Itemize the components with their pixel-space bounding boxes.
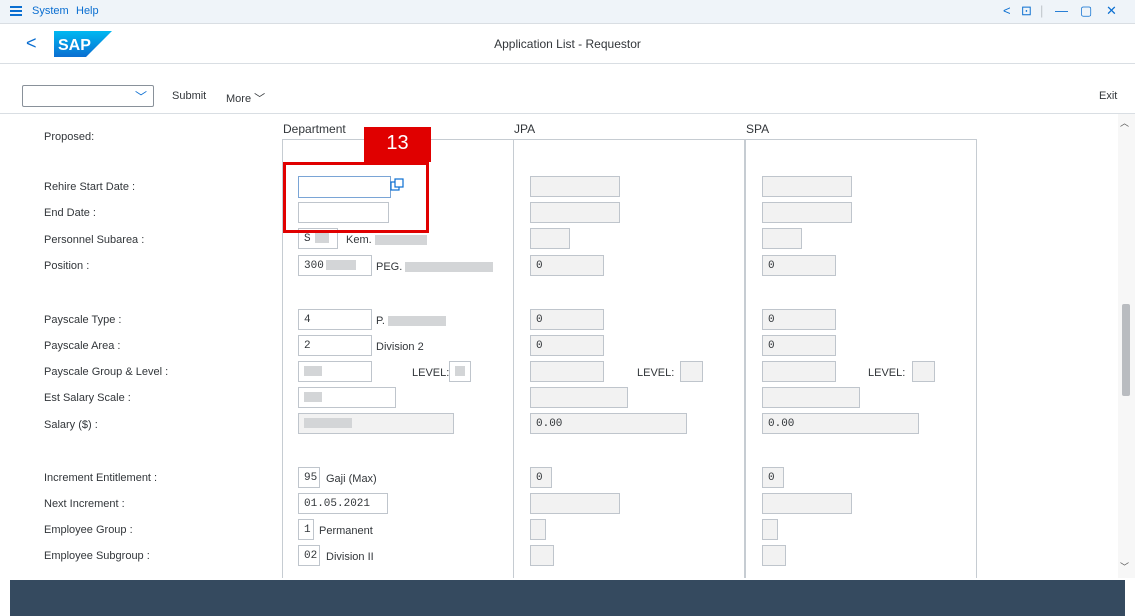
increment-entitlement-text: Gaji (Max) [326,473,377,485]
vertical-scrollbar[interactable]: ︿ ﹀ [1118,114,1135,578]
label-increment-entitlement: Increment Entitlement : [44,472,158,484]
menu-bar: System Help < ⊡ | — ▢ ✕ [0,0,1135,24]
maximize-icon[interactable]: ▢ [1080,3,1092,19]
jpa-position: 0 [530,255,604,276]
level-label: LEVEL: [412,367,450,379]
jpa-salary: 0.00 [530,413,687,434]
jpa-personnel-subarea [530,228,570,249]
label-end-date: End Date : [44,207,96,219]
window-back-icon[interactable]: < [1003,3,1011,18]
command-field[interactable]: ﹀ [22,85,154,107]
spa-position: 0 [762,255,836,276]
label-proposed: Proposed: [44,131,95,143]
label-salary: Salary ($) : [44,419,98,431]
est-salary-scale-input[interactable] [298,387,396,408]
spa-increment-entitlement: 0 [762,467,784,488]
scroll-up-icon[interactable]: ︿ [1120,116,1129,129]
spa-payscale-group [762,361,836,382]
spa-end-date [762,202,852,223]
spa-level [912,361,935,382]
scroll-down-icon[interactable]: ﹀ [1120,560,1129,573]
minimize-icon[interactable]: — [1055,3,1068,18]
employee-group-text: Permanent [319,525,373,537]
spa-payscale-type: 0 [762,309,836,330]
column-department: Department [283,122,346,136]
chevron-down-icon[interactable]: ﹀ [135,88,147,105]
spa-payscale-area: 0 [762,335,836,356]
label-employee-group: Employee Group : [44,524,133,536]
label-payscale-type: Payscale Type : [44,314,122,326]
employee-group-input[interactable]: 1 [298,519,314,540]
exit-button[interactable]: Exit [1099,90,1117,102]
label-personnel-subarea: Personnel Subarea : [44,234,145,246]
close-icon[interactable]: ✕ [1106,3,1117,19]
lock-icon[interactable]: ⊡ [1021,3,1032,19]
menu-help[interactable]: Help [76,5,99,17]
menu-system[interactable]: System [32,5,69,17]
jpa-increment-entitlement: 0 [530,467,552,488]
separator: | [1040,3,1044,18]
payscale-type-input[interactable]: 4 [298,309,372,330]
jpa-employee-subgroup [530,545,554,566]
level-input[interactable] [449,361,471,382]
jpa-est-salary-scale [530,387,628,408]
jpa-level-label: LEVEL: [637,367,675,379]
jpa-payscale-area: 0 [530,335,604,356]
annotation-step-badge: 13 [364,127,431,162]
jpa-next-increment [530,493,620,514]
label-payscale-area: Payscale Area : [44,340,121,352]
spa-employee-group [762,519,778,540]
spa-est-salary-scale [762,387,860,408]
chevron-down-icon: ﹀ [254,93,266,105]
label-next-increment: Next Increment : [44,498,125,510]
annotation-highlight-box [283,162,429,233]
spa-rehire-start-date [762,176,852,197]
payscale-area-text: Division 2 [376,341,424,353]
column-spa: SPA [746,122,770,136]
spa-next-increment [762,493,852,514]
jpa-payscale-type: 0 [530,309,604,330]
more-button[interactable]: More ﹀ [226,90,265,106]
label-est-salary-scale: Est Salary Scale : [44,392,131,404]
label-position: Position : [44,260,90,272]
spa-employee-subgroup [762,545,786,566]
next-increment-input[interactable]: 01.05.2021 [298,493,388,514]
position-text: PEG. [376,261,494,273]
form-content: Proposed: Rehire Start Date : End Date :… [0,114,1135,578]
label-employee-subgroup: Employee Subgroup : [44,550,150,562]
submit-button[interactable]: Submit [172,90,206,102]
payscale-type-text: P. [376,315,447,327]
status-bar [10,580,1125,616]
jpa-employee-group [530,519,546,540]
position-code-input[interactable]: 300 [298,255,372,276]
page-title: Application List - Requestor [494,37,641,51]
increment-entitlement-input[interactable]: 95 [298,467,320,488]
toolbar: ﹀ Submit More ﹀ Exit [0,64,1135,114]
employee-subgroup-text: Division II [326,551,374,563]
column-jpa: JPA [514,122,536,136]
jpa-level [680,361,703,382]
payscale-group-input[interactable] [298,361,372,382]
shell-header: < SAP Application List - Requestor [0,24,1135,64]
personnel-subarea-text: Kem. [346,234,427,246]
employee-subgroup-input[interactable]: 02 [298,545,320,566]
scrollbar-thumb[interactable] [1122,304,1130,396]
jpa-end-date [530,202,620,223]
jpa-payscale-group [530,361,604,382]
label-payscale-group: Payscale Group & Level : [44,366,169,378]
spa-level-label: LEVEL: [868,367,906,379]
payscale-area-input[interactable]: 2 [298,335,372,356]
hamburger-menu-icon[interactable] [10,6,22,16]
label-rehire-start-date: Rehire Start Date : [44,181,136,193]
spa-salary: 0.00 [762,413,919,434]
spa-personnel-subarea [762,228,802,249]
jpa-rehire-start-date [530,176,620,197]
salary-field [298,413,454,434]
